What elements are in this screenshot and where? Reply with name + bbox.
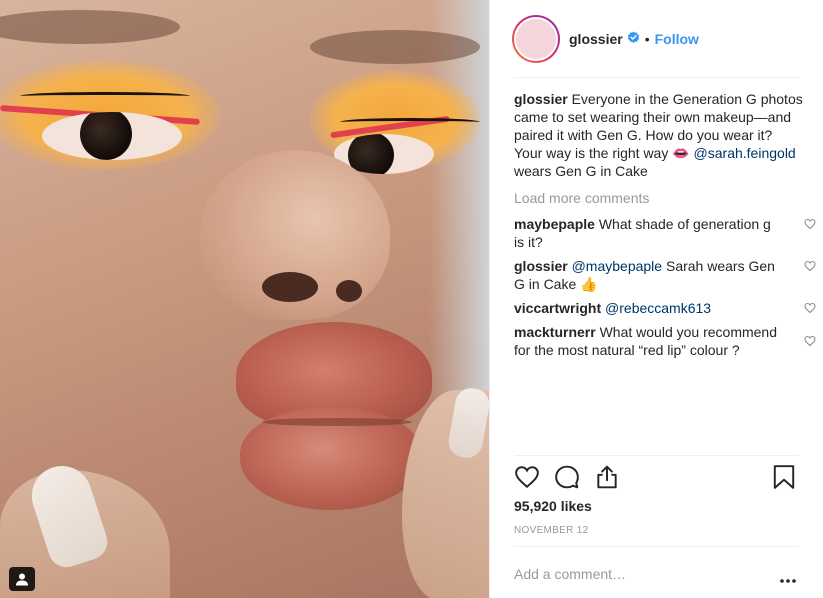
comment-mention[interactable]: @rebeccamk613 [605, 300, 711, 316]
comment-mention[interactable]: @maybepaple [572, 258, 663, 274]
comment-bubble-icon [555, 465, 579, 489]
load-more-comments-button[interactable]: Load more comments [514, 189, 804, 207]
left-eye [42, 112, 182, 160]
header-username[interactable]: glossier [569, 31, 623, 47]
comment-button[interactable] [554, 464, 580, 493]
comment-username[interactable]: glossier [514, 258, 568, 274]
like-comment-heart-icon[interactable] [804, 333, 816, 351]
more-options-button[interactable] [779, 571, 797, 587]
comment-item: maybepaple What shade of generation g is… [514, 215, 816, 251]
caption-username[interactable]: glossier [514, 91, 568, 107]
user-tag-icon [16, 573, 28, 586]
post-caption: glossier Everyone in the Generation G ph… [514, 90, 804, 180]
right-iris [348, 134, 394, 174]
divider [514, 455, 799, 456]
post-side-panel: glossier • Follow glossier Everyone in t… [489, 0, 823, 598]
like-comment-heart-icon[interactable] [804, 300, 816, 318]
comment-username[interactable]: mackturnerr [514, 324, 596, 340]
heart-icon [515, 466, 539, 489]
share-icon [597, 465, 617, 489]
profile-avatar-ring[interactable] [512, 15, 560, 63]
save-button[interactable] [772, 464, 796, 493]
left-iris [80, 112, 132, 160]
bookmark-icon [773, 465, 795, 489]
like-comment-heart-icon[interactable] [804, 258, 816, 276]
right-eyebrow [310, 30, 480, 64]
post-actions-bar [514, 464, 800, 494]
caption-mention[interactable]: @sarah.feingold [694, 145, 796, 161]
right-lashes [340, 118, 480, 126]
divider [514, 546, 799, 547]
comment-item: viccartwright @rebeccamk613 [514, 299, 816, 317]
comment-username[interactable]: viccartwright [514, 300, 601, 316]
verified-badge-icon [627, 31, 640, 47]
post-date: NOVEMBER 12 [514, 525, 589, 536]
comments-section: glossier Everyone in the Generation G ph… [514, 90, 816, 365]
right-nostril [336, 280, 362, 302]
left-nostril [262, 272, 318, 302]
like-button[interactable] [514, 464, 540, 493]
caption-text-end: wears Gen G in Cake [514, 163, 648, 179]
comment-item: glossier @maybepaple Sarah wears Gen G i… [514, 257, 816, 293]
lip-line [262, 418, 412, 426]
user-tag-button[interactable] [9, 567, 35, 591]
post-photo[interactable] [0, 0, 489, 598]
more-options-icon [780, 579, 796, 583]
instagram-post: glossier • Follow glossier Everyone in t… [0, 0, 823, 598]
comment-username[interactable]: maybepaple [514, 216, 595, 232]
add-comment-input[interactable] [514, 564, 754, 584]
avatar [514, 17, 558, 61]
left-eyebrow [0, 10, 180, 44]
comment-item: mackturnerr What would you recommend for… [514, 323, 816, 359]
share-button[interactable] [594, 464, 620, 493]
likes-count[interactable]: 95,920 likes [514, 498, 592, 514]
left-lashes [20, 92, 190, 100]
post-header: glossier • Follow [490, 0, 823, 78]
follow-button[interactable]: Follow [655, 31, 699, 47]
separator-dot: • [644, 31, 650, 47]
like-comment-heart-icon[interactable] [804, 216, 816, 234]
